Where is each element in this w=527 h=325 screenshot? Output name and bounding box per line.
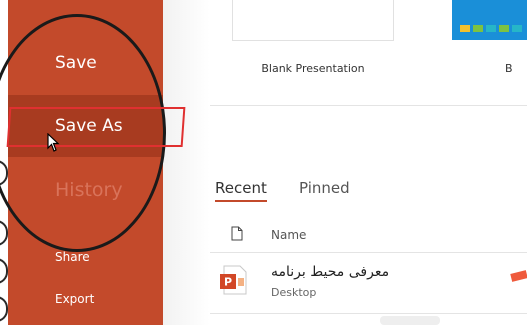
bracket-mark	[0, 258, 8, 284]
divider	[210, 252, 527, 253]
sidebar-item-save-as[interactable]: Save As	[8, 95, 163, 157]
document-icon	[231, 226, 243, 241]
bracket-mark	[0, 296, 8, 322]
file-name: معرفی محیط برنامه	[271, 264, 390, 280]
sidebar-item-export[interactable]: Export	[8, 289, 163, 309]
tab-pinned[interactable]: Pinned	[299, 177, 350, 199]
template-label: B	[505, 62, 513, 75]
divider	[210, 105, 527, 106]
bracket-mark	[0, 160, 8, 186]
blank-presentation-thumbnail[interactable]	[232, 0, 394, 41]
powerpoint-file-icon: P	[220, 265, 247, 295]
template-thumbnail[interactable]	[452, 0, 527, 40]
sidebar-item-save[interactable]: Save	[8, 50, 163, 76]
template-swatch	[473, 25, 483, 32]
mouse-cursor-icon	[47, 133, 60, 152]
template-swatch	[512, 25, 522, 32]
file-location: Desktop	[271, 286, 317, 299]
red-mark-annotation	[510, 270, 527, 282]
active-tab-indicator	[215, 200, 267, 202]
blank-presentation-label: Blank Presentation	[261, 62, 365, 75]
sidebar-item-history[interactable]: History	[8, 175, 163, 205]
divider	[210, 313, 527, 314]
backstage-sidebar: Save Save As History Share Export	[8, 0, 163, 325]
sidebar-item-share[interactable]: Share	[8, 247, 163, 267]
sidebar-shadow	[163, 0, 210, 325]
bracket-mark	[0, 220, 8, 246]
template-swatch	[499, 25, 509, 32]
next-row-partial	[380, 316, 440, 325]
column-header-name[interactable]: Name	[271, 228, 306, 242]
template-swatch	[486, 25, 496, 32]
template-swatch	[460, 25, 470, 32]
svg-text:P: P	[224, 276, 232, 289]
tab-recent[interactable]: Recent	[215, 177, 267, 199]
